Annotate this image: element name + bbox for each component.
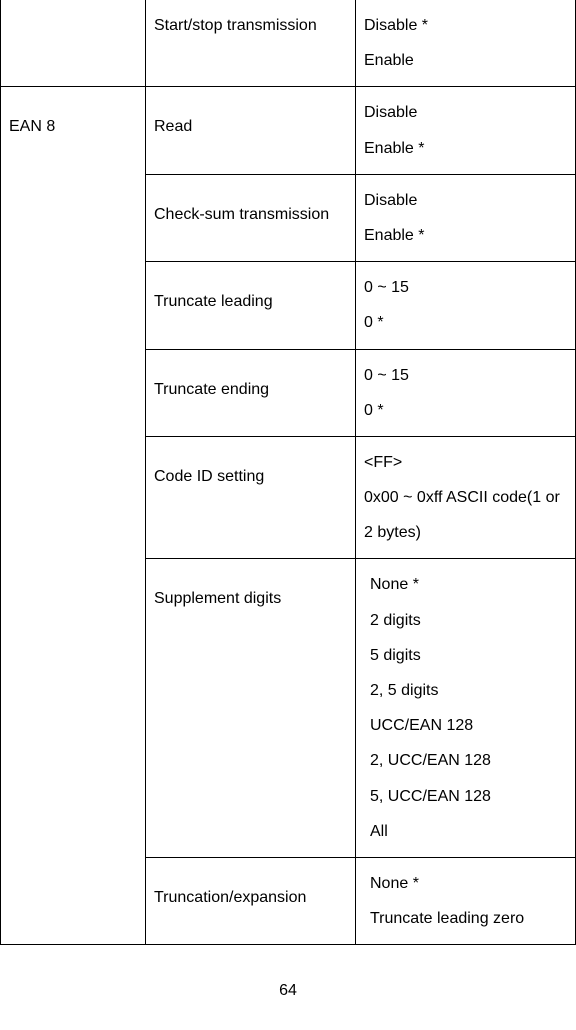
cell-group-ean8: EAN 8 (1, 87, 146, 945)
cell-trunc-end-values: 0 ~ 15 0 * (356, 349, 576, 436)
cell-read-values: Disable Enable * (356, 87, 576, 174)
value-range: 0x00 ~ 0xff ASCII code(1 or 2 bytes) (364, 480, 567, 550)
value-none: None * (364, 567, 567, 602)
cell-supplement-label: Supplement digits (146, 559, 356, 858)
cell-codeid-values: <FF> 0x00 ~ 0xff ASCII code(1 or 2 bytes… (356, 436, 576, 559)
value-trunc-leading-zero: Truncate leading zero (364, 910, 524, 927)
value-range: 0 ~ 15 (364, 358, 567, 393)
value-enable: Enable * (364, 131, 567, 166)
text: Supplement digits (154, 581, 347, 616)
text: Read (154, 109, 347, 144)
settings-table: Start/stop transmission Disable * Enable… (0, 0, 576, 945)
text: Start/stop transmission (154, 8, 347, 43)
value-2digits: 2 digits (364, 603, 567, 638)
value-disable: Disable (364, 183, 567, 218)
cell-trunc-lead-values: 0 ~ 15 0 * (356, 262, 576, 349)
value-all: All (364, 814, 567, 849)
value-5ucc128: 5, UCC/EAN 128 (364, 779, 567, 814)
value-disable: Disable * (364, 8, 567, 43)
value-enable: Enable (364, 43, 567, 78)
value-ucc128: UCC/EAN 128 (364, 708, 567, 743)
value-2ucc128: 2, UCC/EAN 128 (364, 743, 567, 778)
value-default: 0 * (364, 393, 567, 428)
cell-checksum-label: Check-sum transmission (146, 174, 356, 261)
value-enable: Enable * (364, 218, 567, 253)
text: Truncation/expansion (154, 880, 347, 915)
row-continuation: Start/stop transmission Disable * Enable (1, 0, 576, 87)
cell-checksum-values: Disable Enable * (356, 174, 576, 261)
cell-start-stop-label: Start/stop transmission (146, 0, 356, 87)
text: Check-sum transmission (154, 197, 347, 232)
cell-start-stop-values: Disable * Enable (356, 0, 576, 87)
text: Truncate leading (154, 284, 347, 319)
page-number: 64 (0, 973, 576, 1008)
text: Code ID setting (154, 459, 347, 494)
value-disable: Disable (364, 95, 567, 130)
cell-trunc-lead-label: Truncate leading (146, 262, 356, 349)
value-25digits: 2, 5 digits (364, 673, 567, 708)
cell-group-prev (1, 0, 146, 87)
group-label: EAN 8 (9, 109, 137, 144)
cell-trunc-end-label: Truncate ending (146, 349, 356, 436)
text: Truncate ending (154, 372, 347, 407)
cell-trunc-exp-label: Truncation/expansion (146, 857, 356, 944)
value-5digits: 5 digits (364, 638, 567, 673)
value-default: <FF> (364, 445, 567, 480)
cell-read-label: Read (146, 87, 356, 174)
cell-codeid-label: Code ID setting (146, 436, 356, 559)
cell-supplement-values: None * 2 digits 5 digits 2, 5 digits UCC… (356, 559, 576, 858)
cell-trunc-exp-values: None * Truncate leading zero (356, 857, 576, 944)
value-default: 0 * (364, 305, 567, 340)
value-range: 0 ~ 15 (364, 270, 567, 305)
row-read: EAN 8 Read Disable Enable * (1, 87, 576, 174)
value-none: None * (364, 866, 567, 901)
